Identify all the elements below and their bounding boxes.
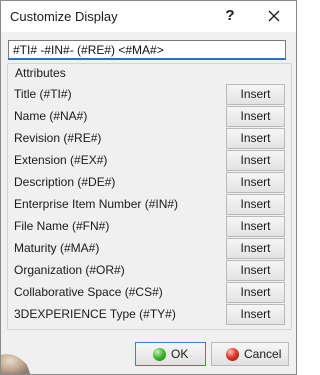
insert-description-button[interactable]: Insert xyxy=(226,172,285,193)
insert-enterprise-item-number-button[interactable]: Insert xyxy=(226,194,285,215)
attribute-label: Organization (#OR#) xyxy=(14,263,125,277)
insert-collaborative-space-button[interactable]: Insert xyxy=(226,282,285,303)
ok-icon xyxy=(153,348,166,361)
attribute-label: Enterprise Item Number (#IN#) xyxy=(14,197,179,211)
attribute-row-3dexperience-type: 3DEXPERIENCE Type (#TY#) Insert xyxy=(8,304,291,325)
window-title: Customize Display xyxy=(10,9,118,24)
attribute-label: Collaborative Space (#CS#) xyxy=(14,285,163,299)
help-button[interactable]: ? xyxy=(219,5,241,27)
attribute-row-maturity: Maturity (#MA#) Insert xyxy=(8,238,291,259)
attribute-label: Title (#TI#) xyxy=(14,87,72,101)
background-decoration-icon xyxy=(1,354,31,374)
attribute-label: Extension (#EX#) xyxy=(14,153,108,167)
ok-label: OK xyxy=(171,347,189,361)
cancel-button[interactable]: Cancel xyxy=(211,342,289,366)
attribute-label: Revision (#RE#) xyxy=(14,131,102,145)
attribute-label: Maturity (#MA#) xyxy=(14,241,100,255)
insert-maturity-button[interactable]: Insert xyxy=(226,238,285,259)
attribute-label: Description (#DE#) xyxy=(14,175,116,189)
close-button[interactable] xyxy=(263,5,285,27)
attribute-row-revision: Revision (#RE#) Insert xyxy=(8,128,291,149)
attribute-label: 3DEXPERIENCE Type (#TY#) xyxy=(14,307,176,321)
insert-revision-button[interactable]: Insert xyxy=(226,128,285,149)
cancel-icon xyxy=(226,348,239,361)
attribute-row-extension: Extension (#EX#) Insert xyxy=(8,150,291,171)
insert-title-button[interactable]: Insert xyxy=(226,84,285,105)
attribute-row-file-name: File Name (#FN#) Insert xyxy=(8,216,291,237)
attribute-label: File Name (#FN#) xyxy=(14,219,110,233)
insert-organization-button[interactable]: Insert xyxy=(226,260,285,281)
attributes-group: Attributes Title (#TI#) Insert Name (#NA… xyxy=(7,63,292,330)
attribute-label: Name (#NA#) xyxy=(14,109,88,123)
close-icon xyxy=(268,10,280,22)
cancel-label: Cancel xyxy=(244,347,282,361)
insert-name-button[interactable]: Insert xyxy=(226,106,285,127)
title-bar: Customize Display ? xyxy=(1,1,296,32)
attributes-legend: Attributes xyxy=(13,66,68,80)
attribute-row-description: Description (#DE#) Insert xyxy=(8,172,291,193)
insert-3dexperience-type-button[interactable]: Insert xyxy=(226,304,285,325)
attribute-row-title: Title (#TI#) Insert xyxy=(8,84,291,105)
attribute-row-organization: Organization (#OR#) Insert xyxy=(8,260,291,281)
ok-button[interactable]: OK xyxy=(135,342,206,366)
attribute-row-enterprise-item-number: Enterprise Item Number (#IN#) Insert xyxy=(8,194,291,215)
customize-display-dialog: Customize Display ? Attributes Title (#T… xyxy=(0,0,297,375)
insert-file-name-button[interactable]: Insert xyxy=(226,216,285,237)
attribute-row-name: Name (#NA#) Insert xyxy=(8,106,291,127)
display-format-input[interactable] xyxy=(8,40,286,60)
insert-extension-button[interactable]: Insert xyxy=(226,150,285,171)
attribute-row-collaborative-space: Collaborative Space (#CS#) Insert xyxy=(8,282,291,303)
